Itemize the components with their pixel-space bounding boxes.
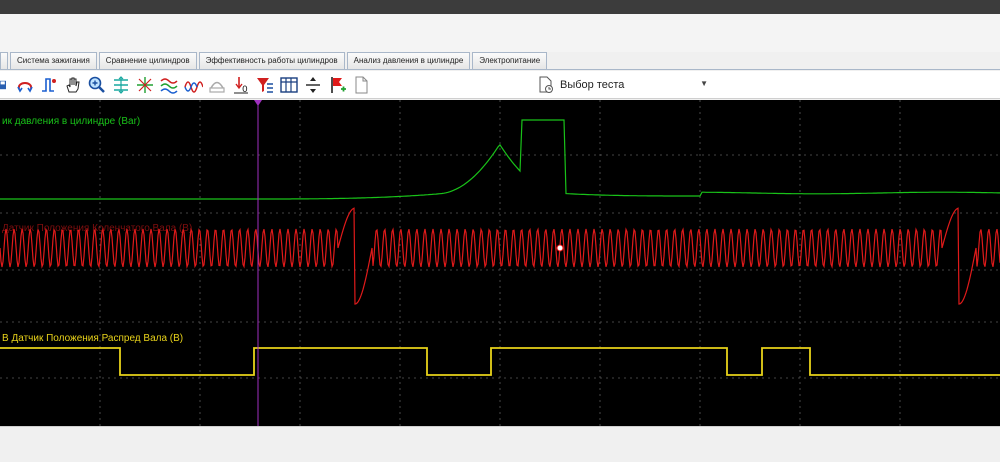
window-title-bar (0, 0, 1000, 14)
cursor-cross-icon[interactable] (134, 74, 156, 96)
analysis-tab-strip: Система зажигания Сравнение цилиндров Эф… (0, 52, 1000, 70)
test-select-label: Выбор теста (560, 79, 625, 91)
overlay-waves-icon[interactable] (158, 74, 180, 96)
tab-cylinder-comparison[interactable]: Сравнение цилиндров (98, 52, 197, 69)
test-select-dropdown[interactable]: Выбор теста ▼ (536, 74, 712, 96)
oscilloscope-display[interactable]: ик давления в цилиндре (Bar) Датчик Поло… (0, 100, 1000, 426)
probe-icon[interactable] (206, 74, 228, 96)
trigger-loop-icon[interactable] (14, 74, 36, 96)
compare-waves-icon[interactable] (182, 74, 204, 96)
tab-power-supply[interactable]: Электропитание (472, 52, 548, 69)
cursor-marker-icon (254, 100, 262, 106)
cam-channel-label: В Датчик Положения Распред Вала (В) (2, 333, 184, 344)
window-header-area (0, 14, 1000, 52)
waveform-edge-icon[interactable] (38, 74, 60, 96)
oscilloscope-toolbar: 0 Выбор теста ▼ (0, 71, 1000, 99)
waveform-canvas (0, 100, 1000, 426)
tab-cylinder-efficiency[interactable]: Эффективность работы цилиндров (198, 52, 345, 69)
filter-markers-icon[interactable] (254, 74, 276, 96)
status-area (0, 426, 1000, 462)
zoom-fit-icon[interactable] (110, 74, 132, 96)
pressure-channel-label: ик давления в цилиндре (Bar) (2, 116, 141, 127)
tab-cylinder-pressure-analysis[interactable]: Анализ давления в цилиндре (346, 52, 471, 69)
chevron-down-icon: ▼ (700, 79, 708, 88)
tab-ignition-system[interactable]: Система зажигания (10, 52, 97, 69)
crank-channel-label: Датчик Положения Коленчатого Вала (В) (2, 223, 193, 234)
hand-pan-icon[interactable] (62, 74, 84, 96)
zero-level-icon[interactable]: 0 (230, 74, 252, 96)
tab-hidden-left[interactable] (0, 52, 8, 69)
table-view-icon[interactable] (278, 74, 300, 96)
zoom-in-icon[interactable] (86, 74, 108, 96)
split-vertical-icon[interactable] (302, 74, 324, 96)
save-icon[interactable] (0, 74, 12, 96)
document-icon[interactable] (350, 74, 372, 96)
add-marker-flag-icon[interactable] (326, 74, 348, 96)
test-doc-icon (536, 74, 556, 96)
crank-sample-marker (556, 244, 564, 252)
